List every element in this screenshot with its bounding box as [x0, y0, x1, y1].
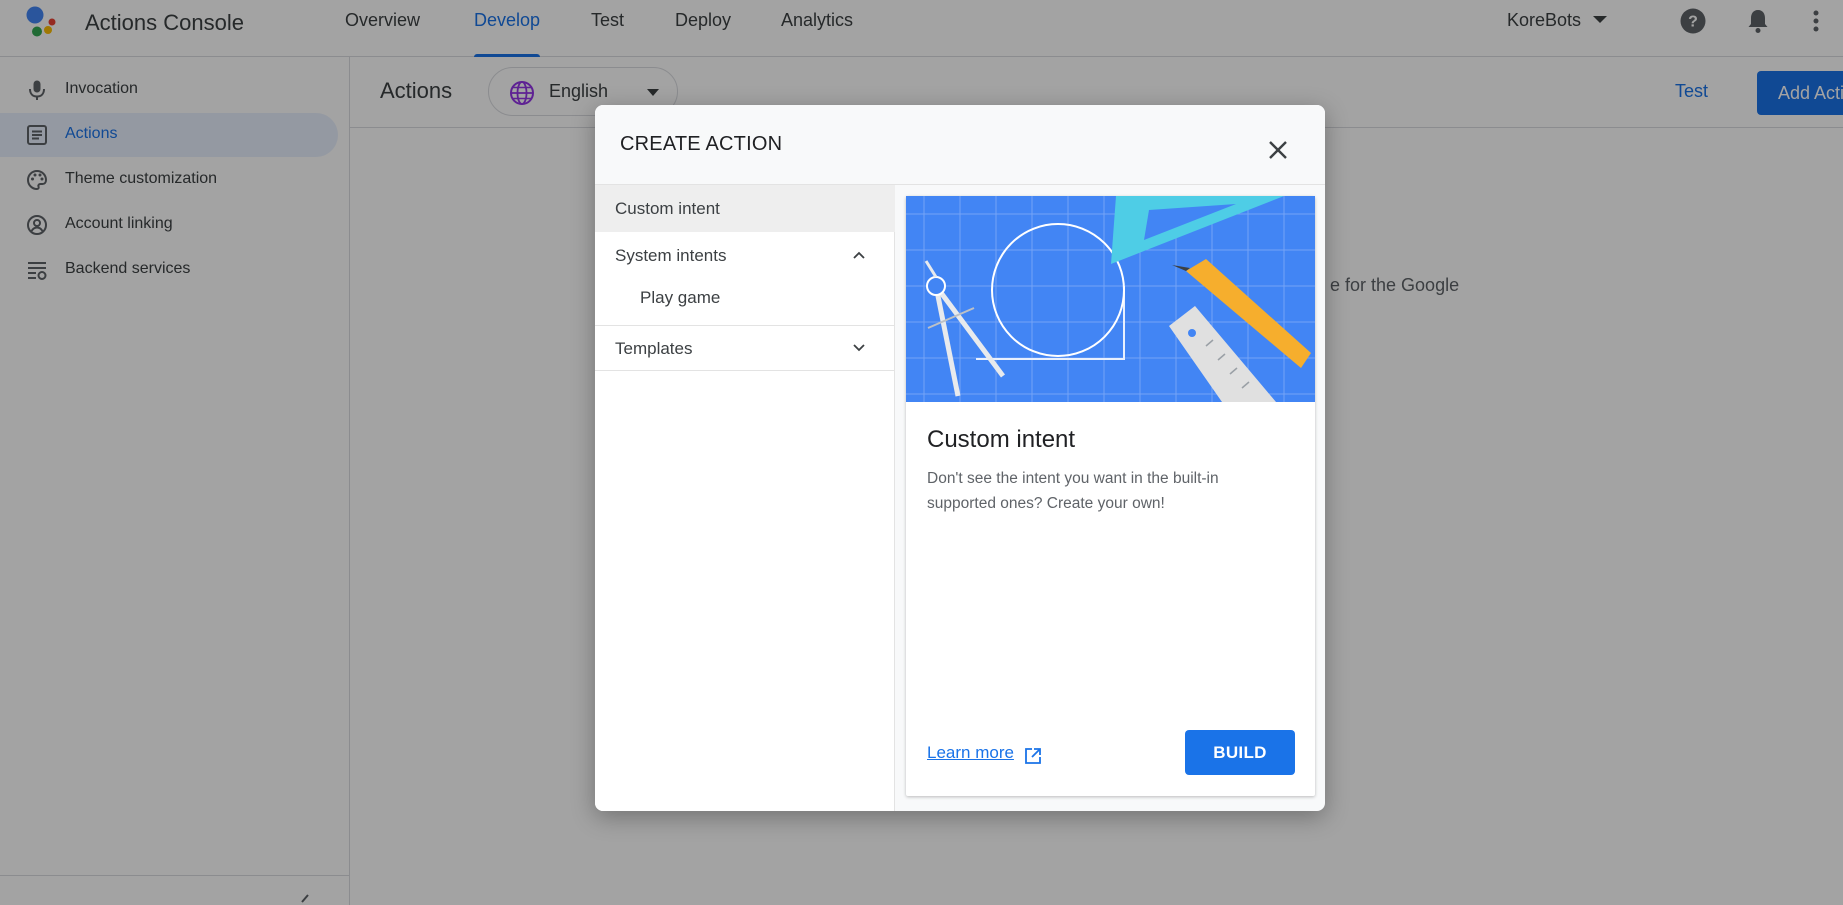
menu-item-system-intents[interactable]: System intents: [595, 232, 895, 278]
card-title: Custom intent: [927, 426, 1076, 453]
close-icon[interactable]: [1265, 137, 1291, 163]
menu-item-custom-intent[interactable]: Custom intent: [595, 185, 895, 232]
build-button[interactable]: BUILD: [1185, 730, 1295, 775]
menu-item-templates[interactable]: Templates: [595, 325, 895, 371]
menu-item-label: Templates: [615, 339, 693, 358]
create-action-dialog: CREATE ACTION Custom intent System inten…: [595, 105, 1325, 811]
dialog-header: CREATE ACTION: [595, 105, 1325, 185]
learn-more-link[interactable]: Learn more: [927, 743, 1014, 763]
intent-type-menu: Custom intent System intents Play game T…: [595, 185, 895, 811]
blueprint-illustration: [906, 196, 1315, 402]
card-description: Don't see the intent you want in the bui…: [927, 470, 1219, 512]
chevron-up-icon: [853, 251, 865, 259]
chevron-down-icon: [853, 344, 865, 352]
menu-item-label: System intents: [615, 246, 727, 265]
menu-item-label: Play game: [640, 288, 721, 307]
menu-item-label: Custom intent: [615, 199, 720, 218]
intent-detail-card: Custom intent Don't see the intent you w…: [906, 196, 1315, 796]
open-in-new-icon[interactable]: [1024, 747, 1042, 765]
dialog-title: CREATE ACTION: [620, 133, 783, 155]
menu-item-play-game[interactable]: Play game: [595, 278, 895, 324]
